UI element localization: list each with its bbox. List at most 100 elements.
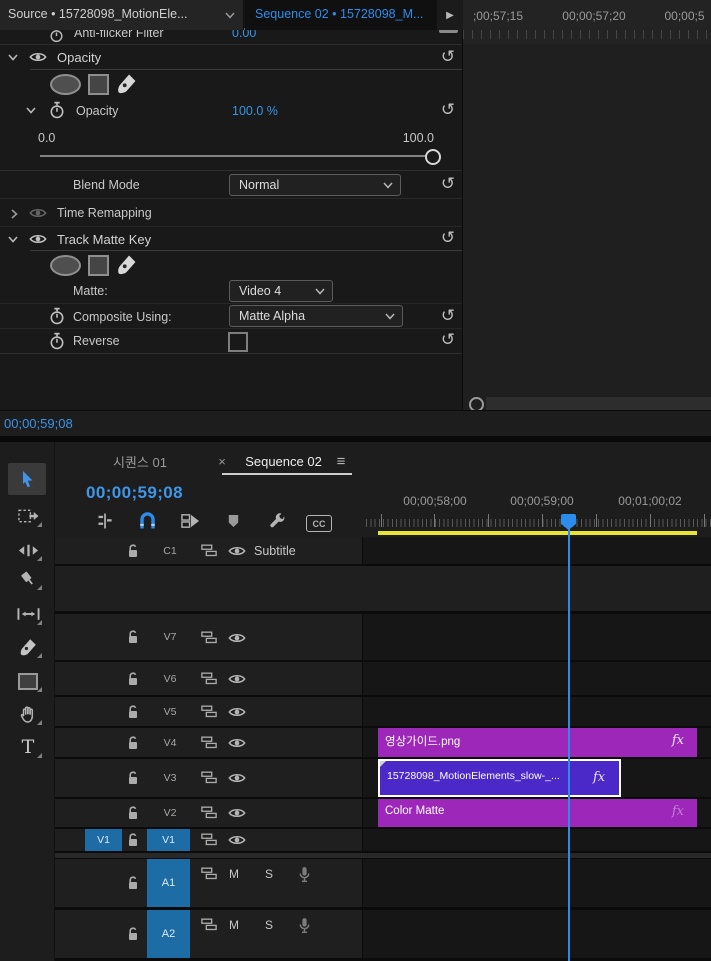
type-tool[interactable]: T — [11, 734, 45, 760]
blend-mode-dropdown[interactable]: Normal — [229, 174, 401, 196]
fx-badge[interactable]: fx — [593, 770, 605, 785]
tab-sequence-02[interactable]: Sequence 02 — [236, 448, 331, 474]
sync-lock-icon[interactable] — [201, 705, 217, 718]
rect-mask-button[interactable] — [88, 74, 109, 95]
track-select-forward-tool[interactable] — [11, 503, 45, 529]
track-output-eye-icon[interactable] — [228, 772, 246, 784]
track-label-v5[interactable]: V5 — [150, 697, 190, 726]
composite-using-dropdown[interactable]: Matte Alpha — [229, 305, 403, 327]
lock-icon[interactable] — [127, 705, 139, 719]
ellipse-mask-button[interactable] — [50, 255, 81, 276]
tab-close-button[interactable]: × — [214, 448, 230, 474]
reset-icon[interactable]: ↺ — [438, 101, 458, 119]
track-content-v7[interactable] — [363, 614, 711, 660]
playhead-line[interactable] — [568, 514, 570, 961]
source-patch-v1[interactable]: V1 — [85, 829, 122, 851]
timeline-settings-wrench-button[interactable] — [269, 513, 286, 530]
lock-icon[interactable] — [127, 771, 139, 785]
track-label-v3[interactable]: V3 — [150, 759, 190, 797]
hand-tool[interactable] — [11, 701, 45, 727]
track-content-a2[interactable] — [363, 910, 711, 958]
solo-button-a2[interactable]: S — [260, 916, 278, 934]
panel-menu-button[interactable]: ≡ — [332, 448, 350, 474]
ellipse-mask-button[interactable] — [50, 74, 81, 95]
sync-lock-icon[interactable] — [201, 672, 217, 685]
sync-lock-icon[interactable] — [201, 736, 217, 749]
track-target-a1[interactable]: A1 — [147, 859, 190, 907]
pen-tool[interactable] — [11, 634, 45, 660]
empty-track-zone[interactable] — [55, 566, 711, 611]
captions-button[interactable]: CC — [306, 515, 332, 532]
stopwatch-icon[interactable] — [50, 307, 64, 325]
sync-lock-icon[interactable] — [201, 918, 217, 931]
reverse-checkbox[interactable] — [228, 332, 248, 352]
clip-v3-selected[interactable]: 15728098_MotionElements_slow-_... fx — [378, 759, 621, 797]
chevron-right-icon[interactable] — [11, 209, 18, 219]
timeline-ruler[interactable]: 00;00;58;00 00;00;59;00 00;01;00;02 — [363, 482, 711, 532]
track-output-eye-icon[interactable] — [228, 545, 246, 557]
lock-icon[interactable] — [127, 672, 139, 686]
lock-icon[interactable] — [127, 833, 139, 847]
sync-lock-icon[interactable] — [201, 544, 217, 557]
zoom-scrollbar-track[interactable] — [486, 397, 711, 410]
reset-icon[interactable]: ↺ — [438, 229, 458, 247]
track-output-eye-icon[interactable] — [228, 834, 246, 846]
reset-icon[interactable]: ↺ — [438, 48, 458, 66]
track-content-v6[interactable] — [363, 662, 711, 695]
clip-v2[interactable]: Color Matte fx — [378, 799, 697, 827]
track-output-eye-icon[interactable] — [228, 737, 246, 749]
lock-icon[interactable] — [127, 544, 139, 558]
sync-lock-icon[interactable] — [201, 833, 217, 846]
lock-icon[interactable] — [127, 927, 139, 941]
matte-dropdown[interactable]: Video 4 — [229, 280, 333, 302]
pen-mask-button[interactable] — [115, 72, 138, 95]
track-label-v4[interactable]: V4 — [150, 728, 190, 757]
effects-timeline-area[interactable] — [463, 0, 711, 411]
track-label-c1[interactable]: C1 — [150, 537, 190, 564]
lock-icon[interactable] — [127, 876, 139, 890]
mute-button-a1[interactable]: M — [225, 865, 243, 883]
sync-lock-icon[interactable] — [201, 771, 217, 784]
chevron-down-icon[interactable] — [8, 236, 18, 243]
track-output-eye-icon[interactable] — [228, 706, 246, 718]
track-content-v5[interactable] — [363, 697, 711, 726]
stopwatch-icon[interactable] — [50, 101, 64, 119]
mute-button-a2[interactable]: M — [225, 916, 243, 934]
voiceover-mic-icon[interactable] — [298, 866, 311, 883]
razor-tool[interactable] — [11, 566, 45, 592]
slip-tool[interactable] — [11, 601, 45, 627]
reset-icon[interactable]: ↺ — [438, 307, 458, 325]
rectangle-tool[interactable] — [11, 668, 45, 694]
nest-sequences-button[interactable] — [97, 513, 113, 529]
opacity-slider-track[interactable] — [40, 155, 434, 157]
sync-lock-icon[interactable] — [201, 867, 217, 880]
lock-icon[interactable] — [127, 630, 139, 644]
tab-sequence-01[interactable]: 시퀀스 01 — [90, 448, 190, 474]
chevron-down-icon[interactable] — [26, 107, 36, 114]
rect-mask-button[interactable] — [88, 255, 109, 276]
track-output-eye-icon[interactable] — [228, 632, 246, 644]
track-content-c1[interactable] — [363, 537, 711, 564]
sync-lock-icon[interactable] — [201, 631, 217, 644]
track-content-a1[interactable] — [363, 859, 711, 907]
playhead-timecode[interactable]: 00;00;59;08 — [4, 416, 73, 431]
effect-visibility-eye-icon[interactable] — [29, 233, 47, 245]
add-marker-button[interactable] — [228, 514, 239, 528]
stopwatch-icon[interactable] — [50, 332, 64, 350]
voiceover-mic-icon[interactable] — [298, 917, 311, 934]
track-label-v2[interactable]: V2 — [150, 799, 190, 827]
track-output-eye-icon[interactable] — [228, 807, 246, 819]
sync-lock-icon[interactable] — [201, 806, 217, 819]
fx-badge[interactable]: fx — [672, 733, 684, 748]
track-label-v6[interactable]: V6 — [150, 662, 190, 695]
track-output-eye-icon[interactable] — [228, 673, 246, 685]
reset-icon[interactable]: ↺ — [438, 331, 458, 349]
tab-source-monitor[interactable]: Source • 15728098_MotionEle... — [0, 0, 244, 30]
opacity-value[interactable]: 100.0 % — [232, 97, 278, 124]
chevron-down-icon[interactable] — [225, 12, 235, 19]
solo-button-a1[interactable]: S — [260, 865, 278, 883]
clip-v4[interactable]: 영상가이드.png fx — [378, 728, 697, 757]
snap-magnet-button[interactable] — [139, 512, 156, 529]
linked-selection-button[interactable] — [181, 513, 200, 529]
lock-icon[interactable] — [127, 736, 139, 750]
